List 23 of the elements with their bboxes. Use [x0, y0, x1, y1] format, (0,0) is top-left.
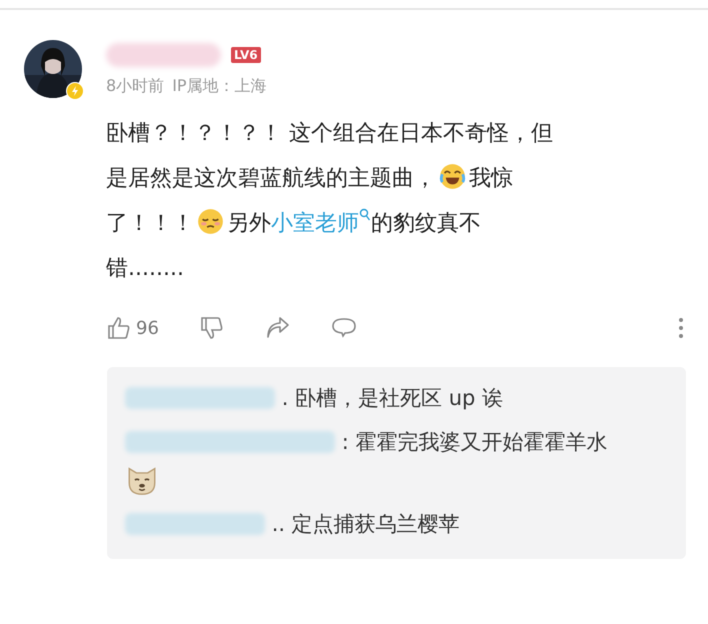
comment-text: 另外 [227, 211, 271, 236]
topic-link[interactable]: 小室老师 [271, 211, 371, 236]
comment-text: 卧槽？！？！？！ 这个组合在日本不奇怪，但 [106, 121, 553, 146]
reply-text: . 卧槽，是社死区 up 诶 [282, 386, 504, 410]
thumbs-up-icon[interactable] [106, 315, 132, 341]
comment-text: 的豹纹真不 [371, 211, 481, 236]
comment-text: 是居然是这次碧蓝航线的主题曲， [106, 166, 436, 191]
ip-location: IP属地：上海 [172, 76, 267, 97]
level-badge: LV6 [231, 47, 261, 63]
comment-text: 了！！！ [106, 211, 194, 236]
reply-text: .. 定点捕获乌兰樱苹 [272, 512, 460, 536]
comment-text: 错........ [106, 256, 184, 281]
laughing-face-icon [439, 163, 466, 190]
post-time: 8小时前 [106, 76, 164, 97]
search-icon [359, 208, 371, 222]
like-count: 96 [136, 318, 159, 338]
more-options-icon[interactable] [678, 317, 684, 339]
comment-text: 我惊 [469, 166, 513, 191]
comment-icon[interactable] [330, 315, 357, 341]
blushing-face-icon [197, 208, 224, 235]
thumbs-down-icon[interactable] [198, 315, 225, 341]
reply-text: : 霍霍完我婆又开始霍霍羊水 [342, 430, 608, 454]
verified-badge-icon [66, 82, 84, 100]
